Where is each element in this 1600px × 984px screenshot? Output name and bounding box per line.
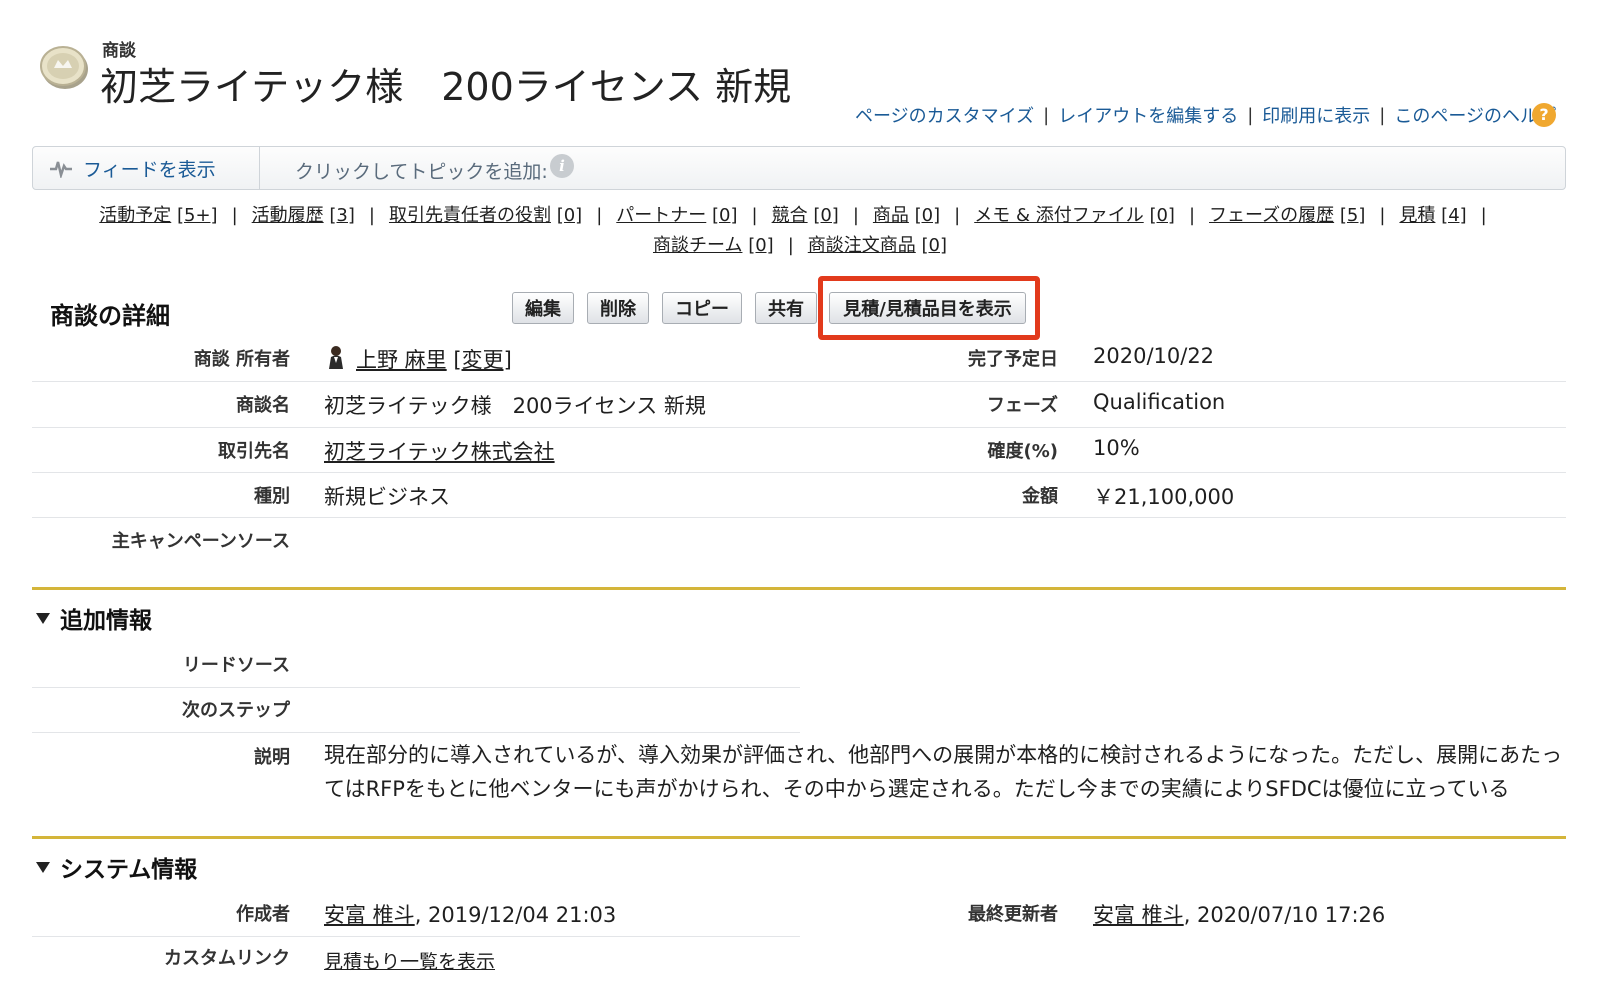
modified-date: , 2020/07/10 17:26 — [1183, 903, 1386, 927]
custom-links-label: カスタムリンク — [164, 948, 290, 969]
owner-value: 上野 麻里 [変更] — [356, 344, 512, 374]
close-date-label: 完了予定日 — [968, 349, 1058, 370]
page-title: 初芝ライテック様 200ライセンス 新規 — [100, 65, 792, 109]
view-quotes-list-link[interactable]: 見積もり一覧を表示 — [324, 947, 495, 974]
separator: | — [1043, 104, 1050, 126]
system-info-title: システム情報 — [60, 857, 198, 883]
top-links: ページのカスタマイズ | レイアウトを編集する | 印刷用に表示 | このページ… — [855, 102, 1556, 128]
related-link-competitors[interactable]: 競合 [0] — [772, 205, 839, 226]
description-value: 現在部分的に導入されているが、導入効果が評価され、他部門への展開が本格的に検討さ… — [324, 743, 1563, 801]
owner-link[interactable]: 上野 麻里 — [356, 348, 447, 372]
section-divider — [32, 587, 1566, 590]
user-avatar-icon — [329, 346, 343, 369]
related-link-partners[interactable]: パートナー [0] — [616, 205, 737, 226]
detail-section-title: 商談の詳細 — [50, 302, 170, 330]
stage-value: Qualification — [1093, 390, 1226, 414]
close-date-value: 2020/10/22 — [1093, 344, 1215, 368]
additional-info-header[interactable]: 追加情報 — [36, 601, 152, 635]
collapse-triangle-icon — [36, 861, 50, 873]
created-by-value: 安富 椎斗, 2019/12/04 21:03 — [324, 899, 616, 929]
next-step-label: 次のステップ — [182, 700, 290, 721]
additional-info-title: 追加情報 — [60, 608, 152, 634]
system-info-header[interactable]: システム情報 — [36, 850, 197, 884]
created-by-label: 作成者 — [236, 904, 290, 925]
related-link-activity-history[interactable]: 活動履歴 [3] — [252, 205, 355, 226]
copy-button[interactable]: コピー — [662, 292, 742, 324]
highlight-box — [818, 276, 1040, 340]
row-divider — [32, 472, 1566, 473]
feed-bar: フィードを表示 クリックしてトピックを追加: — [32, 146, 1566, 190]
account-name-link[interactable]: 初芝ライテック株式会社 — [324, 436, 555, 466]
edit-layout-link[interactable]: レイアウトを編集する — [1058, 102, 1238, 128]
separator: | — [1379, 104, 1386, 126]
share-button[interactable]: 共有 — [755, 292, 817, 324]
probability-label: 確度(%) — [987, 441, 1059, 462]
stage-label: フェーズ — [986, 395, 1058, 416]
last-modified-user-link[interactable]: 安富 椎斗 — [1093, 903, 1184, 927]
add-topic-link[interactable]: クリックしてトピックを追加: — [295, 157, 548, 184]
related-links-row-2: 商談チーム [0] | 商談注文商品 [0] — [652, 235, 947, 256]
show-feed-label: フィードを表示 — [83, 158, 216, 181]
created-by-user-link[interactable]: 安富 椎斗 — [324, 903, 415, 927]
info-icon[interactable]: i — [550, 154, 574, 178]
campaign-source-label: 主キャンペーンソース — [111, 531, 290, 552]
type-label: 種別 — [254, 486, 290, 507]
related-link-stage-history[interactable]: フェーズの履歴 [5] — [1209, 205, 1365, 226]
related-links-row-1: 活動予定 [5+] | 活動履歴 [3] | 取引先責任者の役割 [0] | パートナー [… — [99, 205, 1487, 226]
row-divider — [32, 427, 1566, 428]
type-value: 新規ビジネス — [324, 485, 450, 509]
amount-label: 金額 — [1022, 486, 1058, 507]
opportunity-name-label: 商談名 — [236, 395, 290, 416]
show-feed-button[interactable]: フィードを表示 — [33, 147, 260, 189]
row-divider — [32, 936, 800, 937]
related-link-opportunity-team[interactable]: 商談チーム [0] — [653, 235, 774, 256]
opportunity-coin-icon — [40, 46, 88, 89]
amount-value: ￥21,100,000 — [1093, 485, 1235, 509]
row-divider — [32, 687, 800, 688]
row-divider — [32, 517, 1566, 518]
related-link-order-products[interactable]: 商談注文商品 [0] — [808, 235, 947, 256]
opportunity-name-value: 初芝ライテック様 200ライセンス 新規 — [324, 394, 706, 418]
customize-page-link[interactable]: ページのカスタマイズ — [855, 102, 1034, 128]
collapse-triangle-icon — [36, 612, 50, 624]
separator: | — [1247, 104, 1254, 126]
feed-pulse-icon — [50, 161, 72, 178]
last-modified-value: 安富 椎斗, 2020/07/10 17:26 — [1093, 899, 1385, 929]
help-icon[interactable]: ? — [1532, 103, 1556, 127]
related-link-products[interactable]: 商品 [0] — [873, 205, 940, 226]
owner-change-link[interactable]: [変更] — [453, 348, 511, 372]
probability-value: 10% — [1093, 436, 1140, 460]
last-modified-label: 最終更新者 — [968, 904, 1058, 925]
row-divider — [32, 732, 800, 733]
related-link-activities[interactable]: 活動予定 [5+] — [99, 205, 217, 226]
related-link-quotes[interactable]: 見積 [4] — [1399, 205, 1466, 226]
section-divider — [32, 836, 1566, 839]
printable-view-link[interactable]: 印刷用に表示 — [1262, 102, 1370, 128]
owner-label: 商談 所有者 — [193, 349, 290, 370]
delete-button[interactable]: 削除 — [587, 292, 649, 324]
edit-button[interactable]: 編集 — [512, 292, 574, 324]
description-label: 説明 — [254, 747, 290, 768]
created-date: , 2019/12/04 21:03 — [414, 903, 617, 927]
account-name-label: 取引先名 — [218, 441, 290, 462]
related-link-notes-attachments[interactable]: メモ & 添付ファイル [0] — [974, 205, 1175, 226]
lead-source-label: リードソース — [182, 655, 290, 676]
related-link-contact-roles[interactable]: 取引先責任者の役割 [0] — [389, 205, 582, 226]
row-divider — [32, 381, 1566, 382]
